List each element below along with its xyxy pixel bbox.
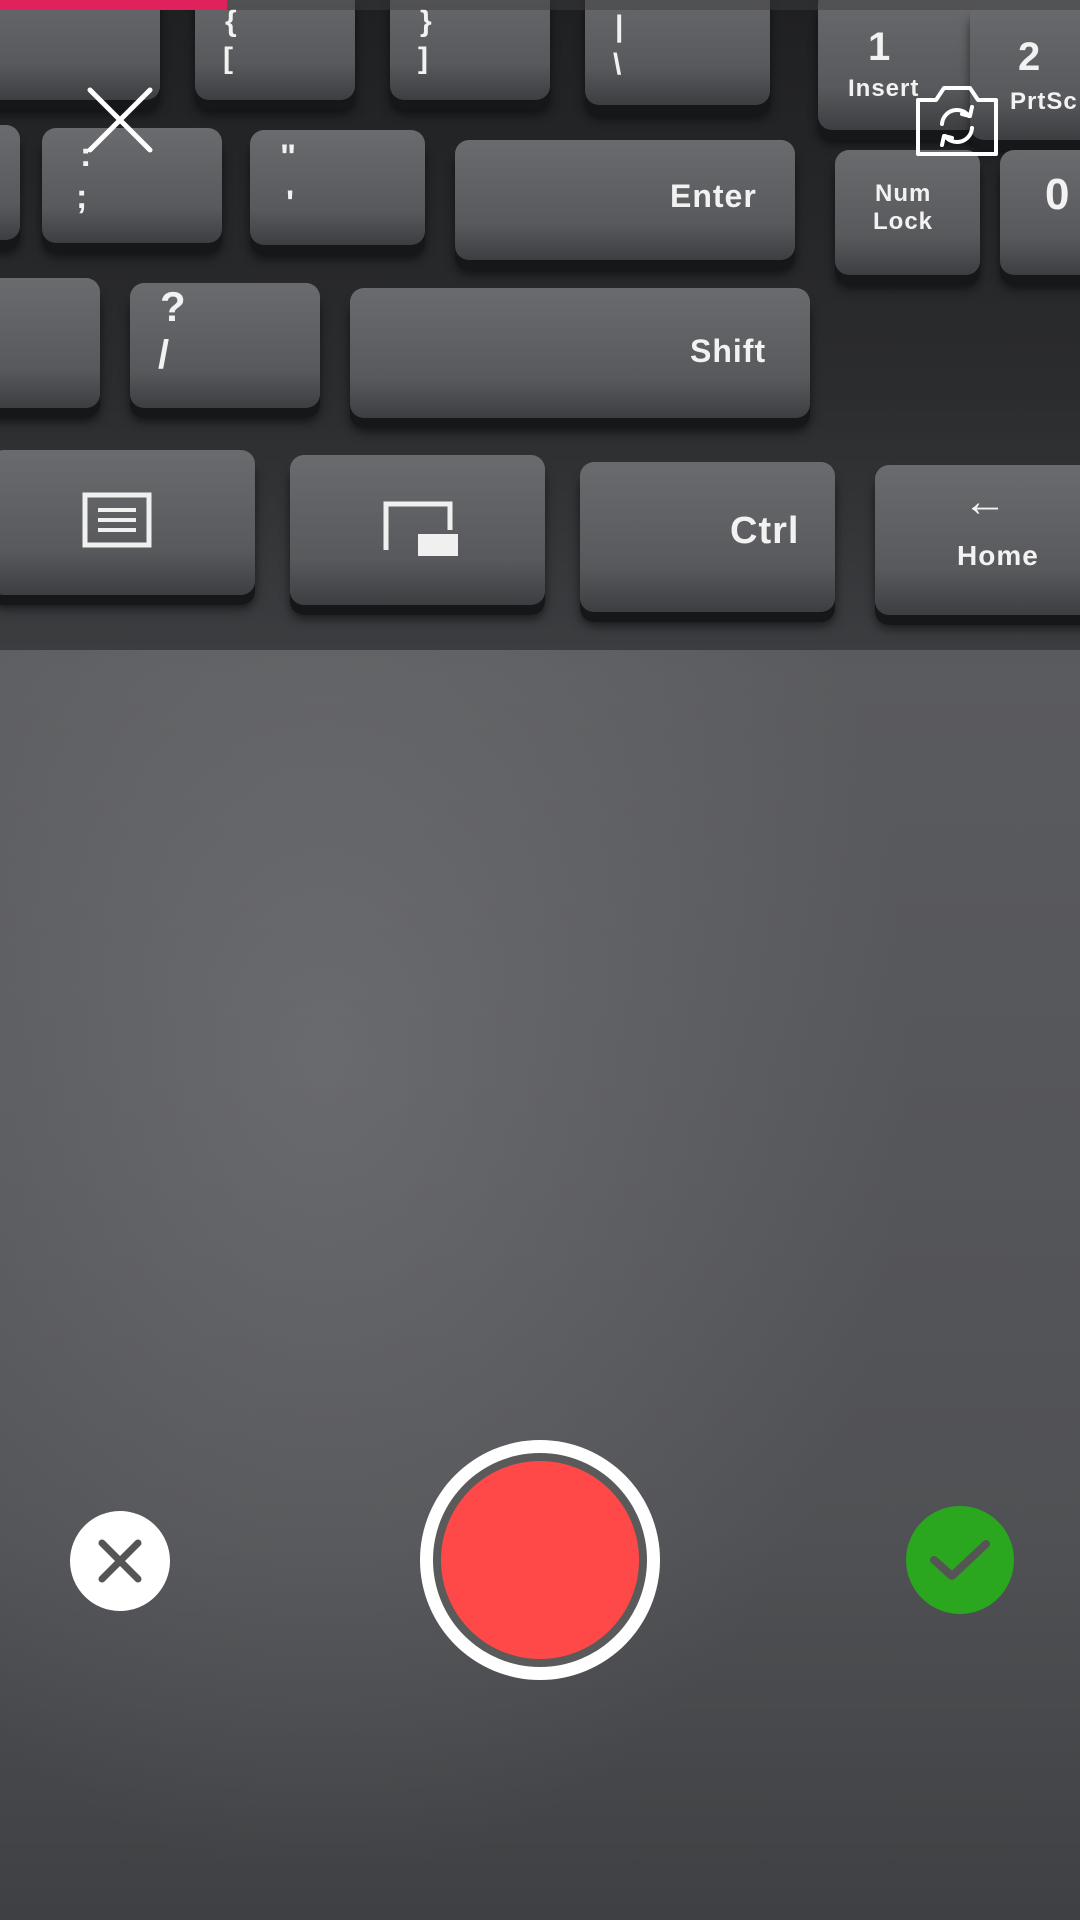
recording-progress-bar xyxy=(0,0,1080,10)
key-bracket: { [ xyxy=(195,0,355,100)
key-label: ; xyxy=(76,178,89,216)
screen-clip-key-icon xyxy=(383,501,458,556)
camera-flip-icon xyxy=(916,86,998,156)
key-label: Lock xyxy=(873,208,934,235)
recording-progress-fill xyxy=(0,0,227,10)
key-label: 0 xyxy=(1045,170,1071,219)
key-label: } xyxy=(420,5,433,38)
key-label: / xyxy=(158,333,171,377)
key-label: Ctrl xyxy=(730,510,800,552)
key-edge xyxy=(0,278,100,408)
key-label: Shift xyxy=(690,333,767,369)
close-button[interactable] xyxy=(80,80,160,160)
menu-key-icon xyxy=(82,492,152,548)
key-label: \ xyxy=(613,48,623,81)
flip-camera-button[interactable] xyxy=(912,80,1002,160)
key-label: ? xyxy=(160,283,187,330)
confirm-button[interactable] xyxy=(906,1506,1014,1614)
key-slash: ? / xyxy=(130,283,320,408)
key-snip xyxy=(290,455,545,605)
key-label: " xyxy=(280,138,298,176)
key-label: ← xyxy=(963,477,1008,526)
record-button-ring xyxy=(433,1453,647,1667)
key-brace: } ] xyxy=(390,0,550,100)
key-zero: 0 xyxy=(1000,150,1080,275)
key-enter: Enter xyxy=(455,140,795,260)
key-quote: " ' xyxy=(250,130,425,245)
key-edge xyxy=(0,125,20,240)
record-button[interactable] xyxy=(420,1440,660,1680)
key-label: PrtSc xyxy=(1010,88,1078,115)
key-label: Home xyxy=(957,540,1039,571)
key-label: ] xyxy=(418,42,429,75)
key-label: ' xyxy=(286,184,296,222)
x-icon xyxy=(98,1539,142,1583)
key-pipe: | \ xyxy=(585,0,770,105)
key-shift: Shift xyxy=(350,288,810,418)
key-numlock: Num Lock xyxy=(835,150,980,275)
key-label: Insert xyxy=(848,75,920,102)
checkmark-icon xyxy=(930,1540,990,1580)
key-label: | xyxy=(615,10,625,43)
key-home: ← Home xyxy=(875,465,1080,615)
key-label: [ xyxy=(223,42,234,75)
key-ctrl: Ctrl xyxy=(580,462,835,612)
key-label: Num xyxy=(875,180,932,207)
record-icon xyxy=(441,1461,639,1659)
key-label: 2 xyxy=(1018,35,1042,79)
key-label: { xyxy=(225,5,238,38)
key-label: 1 xyxy=(868,25,892,69)
close-icon xyxy=(87,87,153,153)
camera-screen: { [ } ] | \ 1 Insert 2 PrtSc : ; " ' Ent… xyxy=(0,0,1080,1920)
key-menu xyxy=(0,450,255,595)
key-label: Enter xyxy=(670,178,757,214)
discard-button[interactable] xyxy=(70,1511,170,1611)
